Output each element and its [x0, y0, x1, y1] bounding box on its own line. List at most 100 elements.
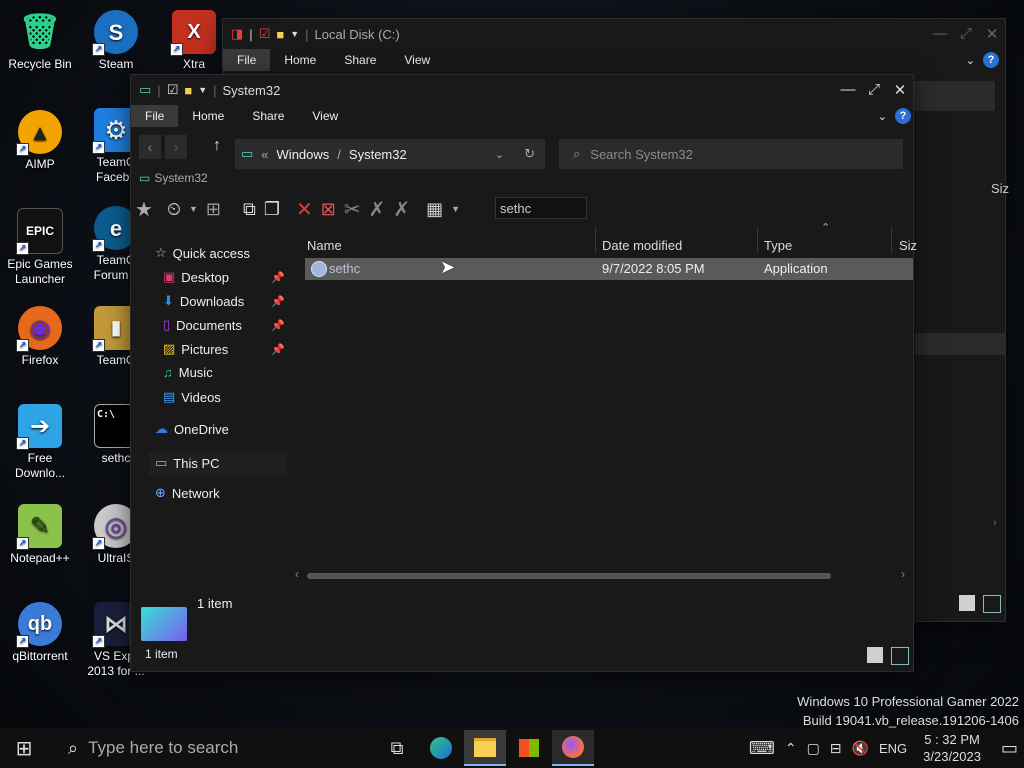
- nav-music[interactable]: ♫ Music: [163, 365, 213, 380]
- taskbar-search-box[interactable]: ⌕ Type here to search: [50, 728, 370, 768]
- show-hidden-icons-chevron[interactable]: ⌃: [785, 740, 797, 757]
- desktop-icon-epic-games[interactable]: EPIC ↗ Epic Games Launcher: [0, 208, 80, 287]
- help-icon[interactable]: ?: [983, 52, 999, 68]
- file-row[interactable]: sethc 9/7/2022 8:05 PM Application: [305, 258, 913, 280]
- chevron-down-icon[interactable]: ⌄: [966, 54, 975, 67]
- duplicate-icon[interactable]: ❐: [264, 199, 280, 220]
- nav-downloads[interactable]: ⬇ Downloads 📌: [163, 293, 285, 309]
- chevron-down-icon[interactable]: ⌄: [495, 148, 504, 161]
- nav-network[interactable]: ⊕ Network: [155, 485, 220, 501]
- column-header-name[interactable]: Name: [307, 238, 342, 253]
- clear-icon[interactable]: ✗: [369, 197, 386, 222]
- pin-icon[interactable]: 📌: [271, 295, 285, 308]
- tab-share[interactable]: Share: [238, 105, 298, 127]
- desktop-icon-aimp[interactable]: ▲ ↗ AIMP: [0, 110, 80, 172]
- pin-icon[interactable]: 📌: [271, 343, 285, 356]
- nav-videos[interactable]: ▤ Videos: [163, 389, 221, 405]
- close-button[interactable]: ✕: [979, 25, 1005, 43]
- pin-icon[interactable]: 📌: [271, 271, 285, 284]
- tab-share[interactable]: Share: [330, 49, 390, 71]
- copy-path-icon[interactable]: ⧉: [243, 199, 256, 220]
- refresh-icon[interactable]: ↻: [524, 146, 535, 162]
- folder-icon[interactable]: ■: [276, 27, 284, 42]
- checklist-icon[interactable]: ☑: [259, 26, 271, 42]
- clear-all-icon[interactable]: ✗: [393, 197, 410, 222]
- scroll-left-arrow[interactable]: ‹: [295, 567, 299, 581]
- nav-pictures[interactable]: ▨ Pictures 📌: [163, 341, 285, 357]
- taskbar-store-button[interactable]: [508, 730, 550, 766]
- back-window-search-box[interactable]: [913, 81, 995, 111]
- desktop-icon-firefox[interactable]: ◉ ↗ Firefox: [0, 306, 80, 368]
- desktop-icon-free-download[interactable]: ➔ ↗ Free Downlo...: [0, 404, 80, 481]
- nav-onedrive[interactable]: ☁ OneDrive: [155, 421, 229, 437]
- horizontal-scrollbar-track[interactable]: [307, 573, 831, 579]
- history-icon[interactable]: ⏲: [167, 199, 181, 220]
- taskbar-edge-button[interactable]: [420, 730, 462, 766]
- column-header-size[interactable]: Siz: [899, 238, 917, 253]
- nav-this-pc[interactable]: ▭ This PC: [149, 451, 287, 475]
- tab-file[interactable]: File: [223, 49, 271, 71]
- filter-input[interactable]: sethc: [495, 197, 587, 219]
- tab-home[interactable]: Home: [270, 49, 330, 71]
- tab-view[interactable]: View: [298, 105, 352, 127]
- chevron-down-icon[interactable]: ▼: [198, 85, 207, 95]
- back-button[interactable]: ‹: [139, 135, 161, 159]
- task-view-button[interactable]: ⧉: [376, 730, 418, 766]
- breadcrumb-prefix[interactable]: «: [261, 147, 268, 162]
- breadcrumb-windows[interactable]: Windows: [277, 147, 330, 162]
- delete-icon[interactable]: ✕: [296, 197, 313, 222]
- cut-delete-icon[interactable]: ✂: [344, 197, 361, 222]
- address-bar[interactable]: ▭ « Windows / System32 ⌄ ↻: [235, 139, 545, 169]
- window-titlebar[interactable]: ▭ | ☑ ■ ▼ | System32 — ⤢ ✕: [131, 75, 913, 105]
- view-mode-icon[interactable]: ▦: [426, 199, 443, 220]
- maximize-button[interactable]: ⤢: [953, 25, 979, 43]
- windows-logo-icon[interactable]: ⊞: [206, 199, 221, 220]
- breadcrumb-system32[interactable]: System32: [349, 147, 407, 162]
- start-button[interactable]: ⊞: [0, 730, 48, 766]
- delete-window-icon[interactable]: ⊠: [321, 199, 336, 220]
- desktop-icon-steam[interactable]: S ↗ Steam: [76, 10, 156, 72]
- minimize-button[interactable]: —: [835, 81, 861, 99]
- favorite-star-icon[interactable]: ★: [135, 197, 153, 222]
- scroll-right-arrow[interactable]: ›: [901, 567, 905, 581]
- chevron-down-icon[interactable]: ▼: [189, 204, 198, 214]
- new-folder-icon[interactable]: ■: [184, 83, 192, 98]
- pin-icon[interactable]: 📌: [271, 319, 285, 332]
- properties-icon[interactable]: |: [249, 27, 252, 42]
- column-header-type[interactable]: Type: [764, 238, 792, 253]
- close-button[interactable]: ✕: [887, 81, 913, 99]
- details-view-button[interactable]: [959, 595, 975, 611]
- chevron-down-icon[interactable]: ▼: [290, 29, 299, 39]
- file-name[interactable]: sethc: [329, 261, 360, 276]
- checklist-icon[interactable]: ☑: [167, 82, 179, 98]
- clock[interactable]: 5 : 32 PM 3/23/2023: [923, 731, 981, 765]
- language-indicator[interactable]: ENG: [879, 741, 907, 756]
- details-view-button[interactable]: [867, 647, 883, 663]
- help-icon[interactable]: ?: [895, 108, 911, 124]
- volume-muted-icon[interactable]: 🔇: [852, 740, 869, 757]
- device-icon[interactable]: ▢: [807, 740, 820, 757]
- nav-documents[interactable]: ▯ Documents 📌: [163, 317, 285, 333]
- desktop-icon-notepad-plus[interactable]: ✎ ↗ Notepad++: [0, 504, 80, 566]
- large-icons-view-button[interactable]: [891, 647, 909, 665]
- horizontal-scrollbar-thumb[interactable]: [307, 573, 831, 579]
- tab-file[interactable]: File: [131, 105, 179, 127]
- desktop-icon-qbittorrent[interactable]: qb ↗ qBittorrent: [0, 602, 80, 664]
- forward-button[interactable]: ›: [165, 135, 187, 159]
- scroll-right-arrow[interactable]: ›: [993, 517, 997, 529]
- large-icons-view-button[interactable]: [983, 595, 1001, 613]
- search-box[interactable]: ⌕ Search System32: [559, 139, 903, 169]
- nav-quick-access[interactable]: ☆ Quick access: [155, 245, 250, 261]
- search-input[interactable]: Search System32: [590, 147, 693, 162]
- column-header-size[interactable]: Siz: [991, 181, 1009, 196]
- column-header-date-modified[interactable]: Date modified: [602, 238, 682, 253]
- taskbar-file-explorer-button[interactable]: [464, 730, 506, 766]
- up-button[interactable]: ↑: [213, 137, 221, 155]
- nav-desktop[interactable]: ▣ Desktop 📌: [163, 269, 285, 285]
- taskbar-search-input[interactable]: Type here to search: [88, 738, 238, 758]
- chevron-down-icon[interactable]: ⌄: [878, 110, 887, 123]
- chevron-down-icon[interactable]: ▼: [451, 204, 460, 214]
- maximize-button[interactable]: ⤢: [861, 81, 887, 99]
- taskbar-firefox-button[interactable]: [552, 730, 594, 766]
- notifications-icon[interactable]: ▭: [1001, 738, 1018, 759]
